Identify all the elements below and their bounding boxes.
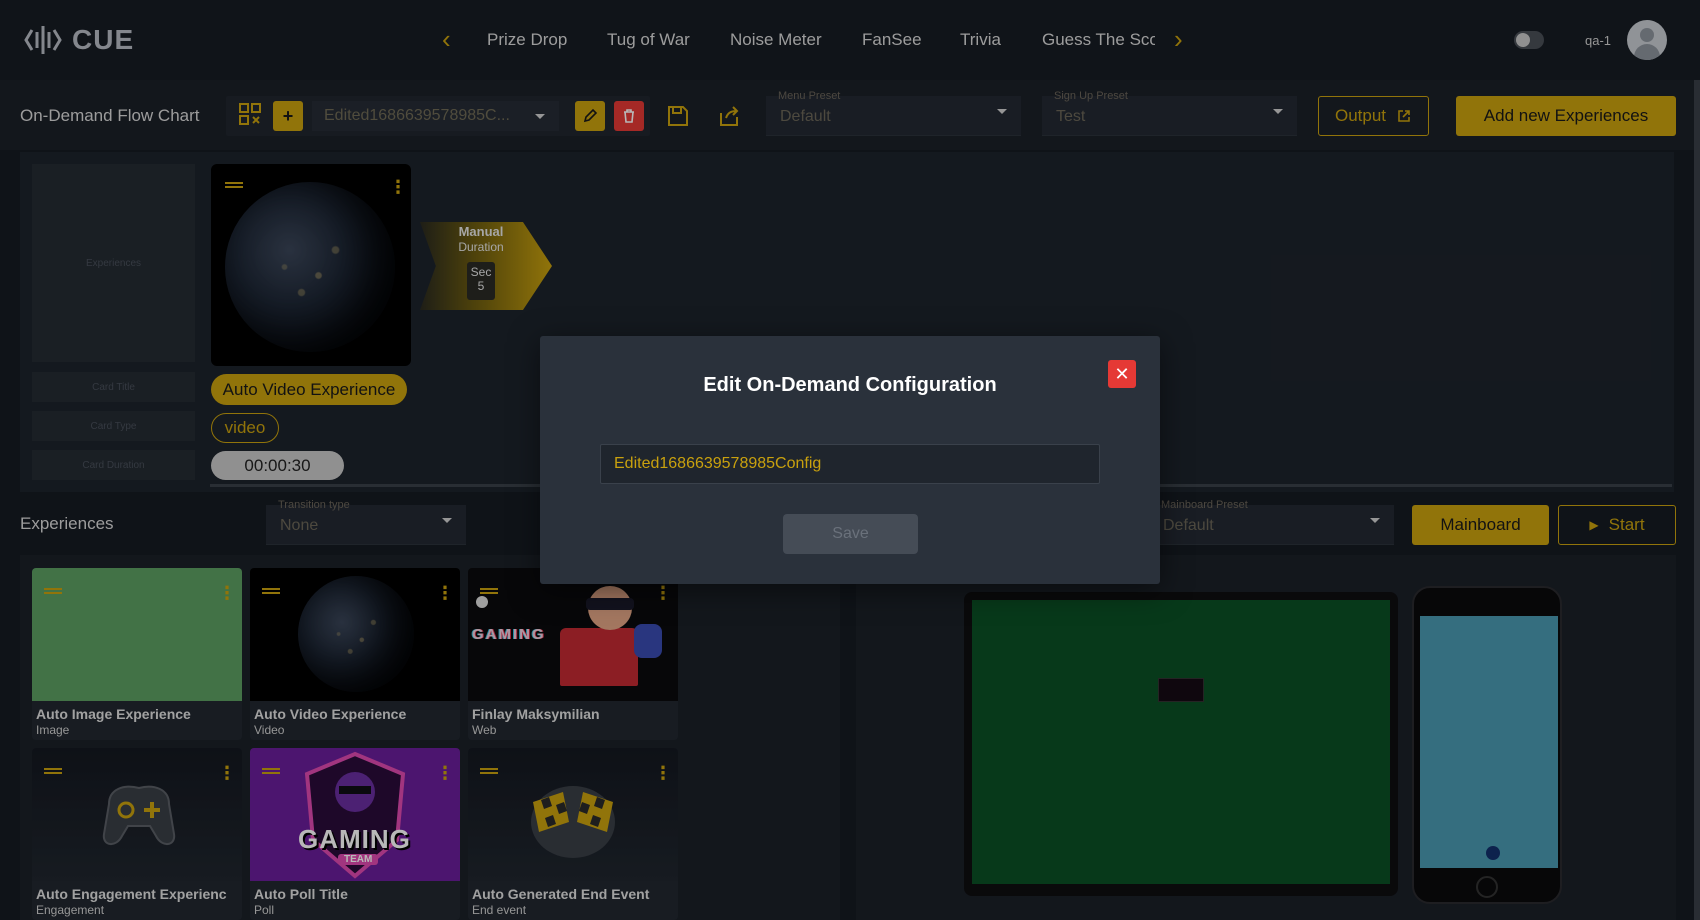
close-button[interactable]: ✕ [1108,360,1136,388]
edit-config-dialog: Edit On-Demand Configuration ✕ Save [540,336,1160,584]
save-button[interactable]: Save [783,514,918,554]
close-icon: ✕ [1114,363,1130,384]
dialog-title: Edit On-Demand Configuration [703,374,997,396]
config-name-input[interactable] [600,444,1100,484]
